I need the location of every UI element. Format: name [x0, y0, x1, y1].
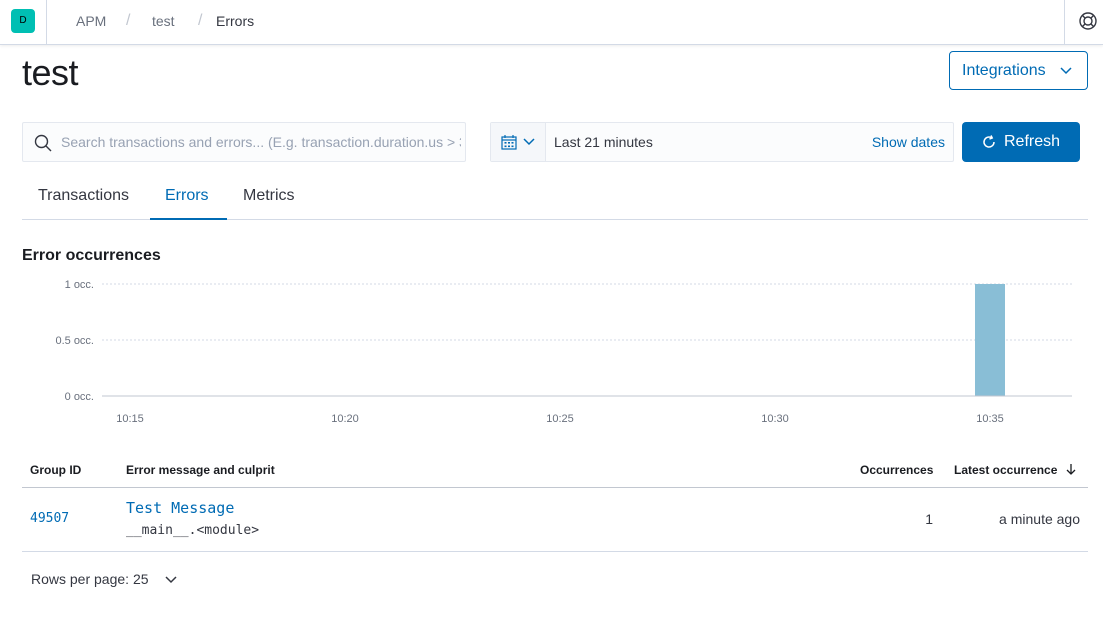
breadcrumb-separator: / — [126, 12, 131, 29]
search-bar — [22, 122, 466, 162]
tab-transactions[interactable]: Transactions — [38, 187, 129, 220]
tab-metrics[interactable]: Metrics — [243, 187, 295, 220]
search-icon — [34, 134, 52, 152]
chart-bars — [975, 284, 1005, 396]
x-tick-label: 10:25 — [546, 413, 574, 425]
group-id-link[interactable]: 49507 — [30, 511, 69, 526]
y-tick-label: 1 occ. — [65, 279, 94, 291]
divider — [46, 0, 47, 45]
refresh-icon — [983, 135, 995, 148]
x-tick-label: 10:20 — [331, 413, 359, 425]
y-axis: 0 occ. 0.5 occ. 1 occ. — [55, 279, 94, 403]
breadcrumb-separator: / — [198, 12, 203, 29]
rows-per-page-label: Rows per page: 25 — [31, 571, 149, 587]
date-picker: Last 21 minutes Show dates — [490, 122, 954, 162]
chart-grid — [102, 283, 1072, 341]
column-header-message: Error message and culprit — [126, 463, 275, 477]
quick-select-button[interactable] — [491, 123, 546, 161]
tab-bar: Transactions Errors Metrics — [22, 178, 1088, 220]
chart-title: Error occurrences — [22, 247, 161, 264]
calendar-icon — [501, 135, 517, 150]
date-range-label[interactable]: Last 21 minutes — [554, 134, 653, 150]
x-tick-label: 10:15 — [116, 413, 144, 425]
breadcrumb-apm[interactable]: APM — [76, 13, 106, 29]
column-header-occurrences[interactable]: Occurrences — [860, 463, 933, 477]
help-icon[interactable] — [1078, 11, 1098, 31]
chevron-down-icon — [523, 138, 535, 146]
chevron-down-icon — [1060, 67, 1072, 75]
refresh-button[interactable]: Refresh — [962, 122, 1080, 162]
rows-per-page-button[interactable]: Rows per page: 25 — [31, 571, 177, 587]
occurrences-value: 1 — [925, 511, 933, 527]
errors-table-header: Group ID Error message and culprit Occur… — [22, 455, 1088, 488]
column-header-latest-occurrence[interactable]: Latest occurrence — [954, 463, 1057, 477]
y-tick-label: 0.5 occ. — [55, 335, 94, 347]
x-axis: 10:15 10:20 10:25 10:30 10:35 — [116, 413, 1004, 425]
integrations-button[interactable]: Integrations — [949, 51, 1088, 90]
column-header-group-id[interactable]: Group ID — [30, 463, 81, 477]
top-navigation-bar: D APM / test / Errors — [0, 0, 1103, 45]
error-occurrences-chart: 0 occ. 0.5 occ. 1 occ. 10:15 10:20 10:25 10:3… — [55, 279, 1072, 425]
y-tick-label: 0 occ. — [65, 391, 94, 403]
chevron-down-icon — [165, 576, 177, 584]
search-input[interactable] — [61, 123, 461, 161]
breadcrumb-current: Errors — [216, 13, 255, 29]
breadcrumb-service[interactable]: test — [152, 13, 175, 29]
error-message-link[interactable]: Test Message — [126, 499, 234, 517]
x-tick-label: 10:30 — [761, 413, 789, 425]
refresh-label: Refresh — [1004, 133, 1061, 150]
divider — [1064, 0, 1065, 45]
space-avatar[interactable]: D — [11, 9, 35, 33]
latest-occurrence-value: a minute ago — [999, 511, 1080, 527]
tab-errors[interactable]: Errors — [150, 187, 227, 220]
arrow-down-icon[interactable] — [1065, 463, 1077, 476]
x-tick-label: 10:35 — [976, 413, 1004, 425]
page-title: test — [22, 52, 79, 93]
error-culprit: __main__.<module> — [126, 523, 260, 538]
show-dates-link[interactable]: Show dates — [872, 134, 945, 150]
error-bar[interactable] — [975, 284, 1005, 396]
table-row: 49507 Test Message __main__.<module> 1 a… — [22, 488, 1088, 552]
integrations-label: Integrations — [962, 61, 1046, 79]
